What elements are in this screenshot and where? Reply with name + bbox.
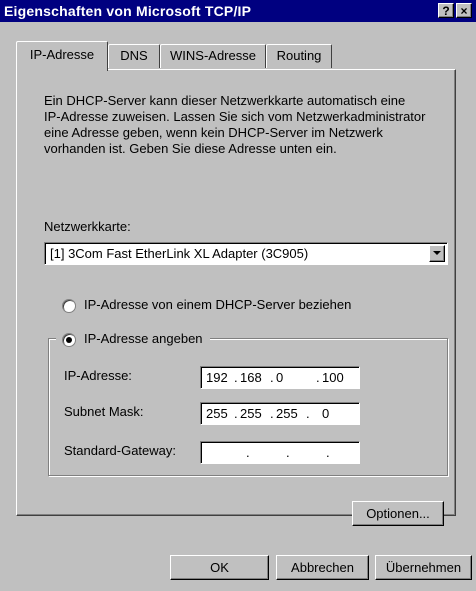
description-line: eine Adresse geben, wenn kein DHCP-Serve… bbox=[44, 125, 383, 140]
adapter-selected-value: [1] 3Com Fast EtherLink XL Adapter (3C90… bbox=[50, 246, 309, 261]
description-line: vorhanden ist. Geben Sie diese Adresse u… bbox=[44, 141, 337, 156]
ip-octet-4[interactable]: 100 bbox=[322, 370, 352, 385]
ip-octet-2[interactable]: 168 bbox=[240, 370, 270, 385]
gateway-label: Standard-Gateway: bbox=[64, 443, 177, 458]
tab-dns[interactable]: DNS bbox=[108, 44, 160, 68]
close-button[interactable]: × bbox=[456, 3, 472, 18]
tab-wins-adresse[interactable]: WINS-Adresse bbox=[160, 44, 266, 68]
subnet-mask-field[interactable]: 255 . 255 . 255 . 0 bbox=[200, 402, 360, 425]
mask-octet-2[interactable]: 255 bbox=[240, 406, 270, 421]
octet-separator: . bbox=[316, 370, 320, 385]
ip-address-label: IP-Adresse: bbox=[64, 368, 132, 383]
octet-separator: . bbox=[234, 370, 238, 385]
radio-dhcp[interactable] bbox=[62, 299, 76, 313]
window-title: Eigenschaften von Microsoft TCP/IP bbox=[4, 3, 252, 19]
gateway-field[interactable]: . . . bbox=[200, 441, 360, 464]
title-bar[interactable]: Eigenschaften von Microsoft TCP/IP ? × bbox=[0, 0, 476, 22]
mask-octet-4[interactable]: 0 bbox=[322, 406, 352, 421]
description-line: Ein DHCP-Server kann dieser Netzwerkkart… bbox=[44, 93, 406, 108]
help-icon: ? bbox=[442, 4, 450, 18]
adapter-dropdown[interactable]: [1] 3Com Fast EtherLink XL Adapter (3C90… bbox=[44, 242, 448, 265]
chevron-down-icon[interactable] bbox=[429, 245, 445, 262]
tab-ip-adresse[interactable]: IP-Adresse bbox=[16, 41, 108, 71]
radio-manual[interactable] bbox=[62, 333, 76, 347]
ip-octet-3[interactable]: 0 bbox=[276, 370, 306, 385]
octet-separator: . bbox=[306, 406, 310, 421]
mask-octet-3[interactable]: 255 bbox=[276, 406, 306, 421]
radio-dhcp-label: IP-Adresse von einem DHCP-Server beziehe… bbox=[84, 297, 352, 312]
subnet-mask-label: Subnet Mask: bbox=[64, 404, 144, 419]
ip-octet-1[interactable]: 192 bbox=[206, 370, 236, 385]
apply-button[interactable]: Übernehmen bbox=[375, 555, 472, 580]
octet-separator: . bbox=[286, 445, 290, 460]
tab-label: WINS-Adresse bbox=[170, 48, 256, 63]
mask-octet-1[interactable]: 255 bbox=[206, 406, 236, 421]
tab-label: Routing bbox=[276, 48, 322, 63]
octet-separator: . bbox=[234, 406, 238, 421]
octet-separator: . bbox=[270, 406, 274, 421]
tab-label: IP-Adresse bbox=[29, 47, 95, 62]
help-button[interactable]: ? bbox=[438, 3, 454, 18]
description-line: IP-Adresse zuweisen. Lassen Sie sich vom… bbox=[44, 109, 426, 124]
radio-manual-label: IP-Adresse angeben bbox=[84, 331, 203, 346]
close-icon: × bbox=[460, 4, 468, 18]
octet-separator: . bbox=[270, 370, 274, 385]
octet-separator: . bbox=[246, 445, 250, 460]
ip-address-field[interactable]: 192 . 168 . 0 . 100 bbox=[200, 366, 360, 389]
tab-label: DNS bbox=[120, 48, 148, 63]
description-text: Ein DHCP-Server kann dieser Netzwerkkart… bbox=[44, 93, 425, 157]
cancel-button[interactable]: Abbrechen bbox=[276, 555, 369, 580]
tab-routing[interactable]: Routing bbox=[266, 44, 332, 68]
adapter-label: Netzwerkkarte: bbox=[44, 219, 131, 234]
ok-button[interactable]: OK bbox=[170, 555, 269, 580]
octet-separator: . bbox=[326, 445, 330, 460]
options-button[interactable]: Optionen... bbox=[352, 501, 444, 526]
